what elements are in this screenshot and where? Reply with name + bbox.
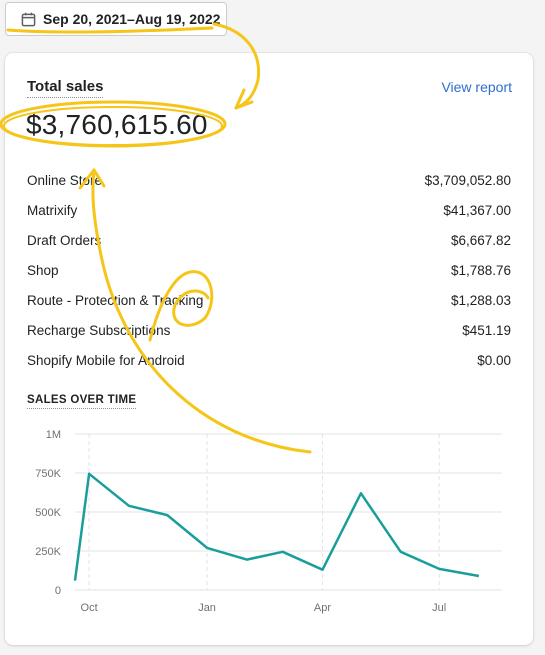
- x-tick-label: Apr: [314, 602, 331, 614]
- channel-label: Route - Protection & Tracking: [27, 293, 204, 308]
- channel-value: $3,709,052.80: [424, 173, 511, 188]
- y-tick-label: 250K: [35, 546, 61, 558]
- y-tick-label: 1M: [46, 429, 61, 441]
- channel-label: Matrixify: [27, 203, 78, 218]
- y-tick-label: 0: [55, 585, 61, 597]
- channel-value: $41,367.00: [443, 203, 511, 218]
- view-report-link[interactable]: View report: [441, 79, 512, 95]
- total-sales-value: $3,760,615.60: [26, 109, 208, 140]
- channel-label: Online Store: [27, 173, 103, 188]
- list-item: Shop $1,788.76: [27, 256, 511, 286]
- calendar-icon: [21, 12, 36, 26]
- list-item: Recharge Subscriptions $451.19: [27, 316, 511, 346]
- channel-value: $451.19: [462, 323, 511, 338]
- sales-over-time-title: SALES OVER TIME: [27, 394, 137, 409]
- list-item: Matrixify $41,367.00: [27, 196, 511, 226]
- channel-value: $6,667.82: [450, 233, 511, 248]
- list-item: Online Store $3,709,052.80: [27, 166, 511, 196]
- channel-label: Recharge Subscriptions: [27, 323, 171, 338]
- x-tick-label: Oct: [81, 602, 98, 614]
- list-item: Draft Orders $6,667.82: [27, 226, 511, 256]
- sales-breakdown-list: Online Store $3,709,052.80 Matrixify $41…: [27, 166, 511, 376]
- channel-value: $1,288.03: [450, 293, 511, 308]
- channel-value: $1,788.76: [450, 263, 511, 278]
- x-tick-label: Jul: [432, 602, 446, 614]
- list-item: Shopify Mobile for Android $0.00: [27, 346, 511, 376]
- y-tick-label: 750K: [35, 468, 61, 480]
- sales-over-time-chart: 1M 750K 500K 250K 0 Oct Jan Apr Jul: [35, 429, 502, 614]
- channel-label: Shop: [27, 263, 59, 278]
- card-title: Total sales: [27, 78, 104, 98]
- date-range-button[interactable]: Sep 20, 2021–Aug 19, 2022: [5, 2, 227, 36]
- channel-label: Shopify Mobile for Android: [27, 353, 185, 368]
- channel-value: $0.00: [477, 353, 511, 368]
- x-tick-label: Jan: [198, 602, 216, 614]
- date-range-label: Sep 20, 2021–Aug 19, 2022: [43, 11, 221, 27]
- list-item: Route - Protection & Tracking $1,288.03: [27, 286, 511, 316]
- sales-series-line: [73, 472, 480, 581]
- total-sales-card: Total sales View report $3,760,615.60 On…: [5, 53, 533, 645]
- y-tick-label: 500K: [35, 507, 61, 519]
- channel-label: Draft Orders: [27, 233, 102, 248]
